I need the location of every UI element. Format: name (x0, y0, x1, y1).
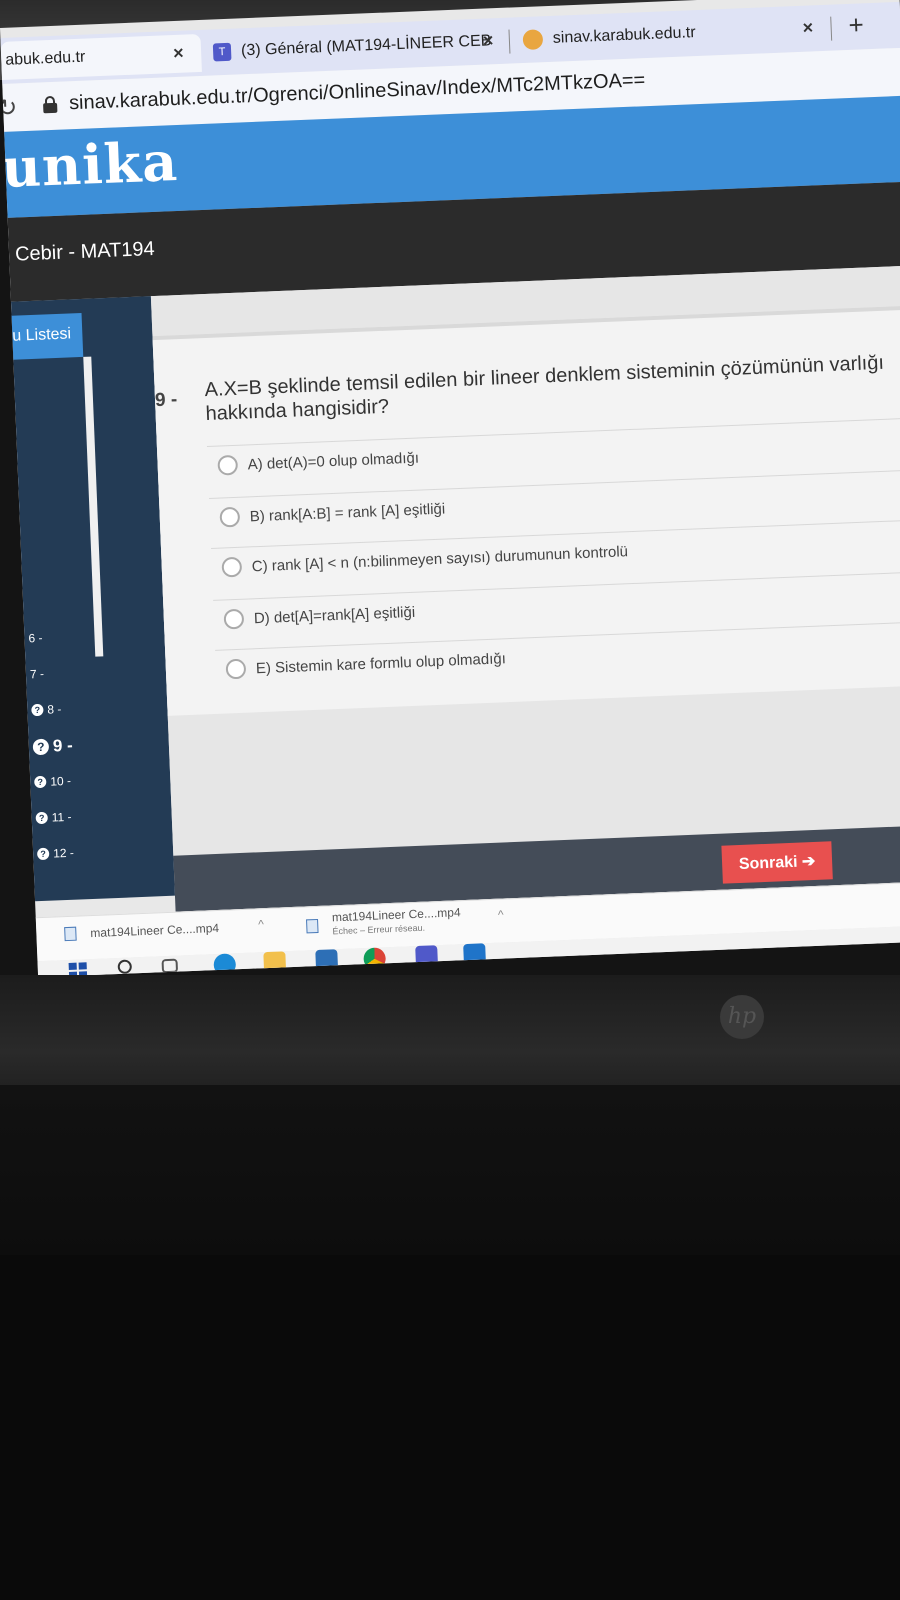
file-explorer-icon[interactable] (263, 951, 287, 975)
keyboard (0, 1255, 900, 1600)
radio-button[interactable] (219, 506, 241, 528)
radio-button[interactable] (223, 608, 245, 630)
tab-title: (3) Général (MAT194-LİNEER CEB (240, 32, 492, 60)
sidebar-question-11[interactable]: ? 11 - (35, 810, 72, 825)
site-favicon-icon (522, 29, 544, 51)
task-view-icon[interactable] (161, 958, 179, 974)
tab-separator (508, 29, 511, 54)
tab-sinav[interactable]: sinav.karabuk.edu.tr (522, 11, 783, 59)
laptop-hinge (0, 1085, 900, 1255)
tab-title: abuk.edu.tr (4, 48, 86, 69)
close-icon[interactable]: × (482, 30, 493, 51)
download-filename: mat194Lineer Ce....mp4 (90, 920, 220, 941)
question-number: 9 - (154, 389, 178, 412)
radio-button[interactable] (217, 454, 239, 476)
divider (206, 417, 900, 448)
monitor-bezel: hp (0, 975, 900, 1085)
next-button[interactable]: Sonraki ➔ (721, 841, 833, 884)
radio-button[interactable] (221, 556, 243, 578)
chevron-up-icon[interactable]: ^ (258, 917, 264, 931)
close-icon[interactable]: × (173, 43, 184, 64)
mail-icon[interactable] (315, 949, 339, 973)
sidebar-question-12[interactable]: ? 12 - (36, 846, 74, 861)
teams-icon: T (212, 42, 232, 62)
scrollbar[interactable] (83, 356, 104, 657)
site-logo[interactable]: unika (0, 129, 179, 200)
question-mark-icon: ? (36, 847, 50, 861)
lock-icon[interactable] (43, 95, 58, 114)
close-icon[interactable]: × (802, 17, 813, 38)
file-icon (306, 918, 319, 934)
tab-separator (830, 16, 833, 41)
chevron-up-icon[interactable]: ^ (498, 908, 504, 922)
question-list-sidebar: u Listesi 6 - 7 - ? 8 - ? 9 - ? 10 - ? 1… (10, 296, 175, 902)
edge-icon[interactable] (213, 953, 237, 977)
question-text: A.X=B şeklinde temsil edilen bir lineer … (204, 351, 885, 426)
media-player-icon[interactable] (463, 943, 487, 967)
file-icon (64, 926, 77, 942)
tab-karabuk[interactable]: abuk.edu.tr (0, 33, 202, 80)
question-panel: 9 - A.X=B şeklinde temsil edilen bir lin… (150, 265, 900, 856)
radio-button[interactable] (225, 658, 247, 680)
tab-teams[interactable]: T (3) Général (MAT194-LİNEER CEB (212, 22, 503, 72)
course-title: Cebir - MAT194 (14, 237, 156, 266)
question-mark-icon: ? (31, 703, 44, 717)
sidebar-question-9[interactable]: ? 9 - (32, 736, 73, 758)
teams-icon[interactable] (415, 945, 439, 969)
new-tab-button[interactable]: + (848, 9, 864, 41)
hp-logo: hp (720, 995, 764, 1039)
option-d[interactable]: D) det[A]=rank[A] eşitliği (223, 602, 416, 630)
divider (215, 621, 900, 651)
option-e[interactable]: E) Sistemin kare formlu olup olmadığı (225, 648, 507, 680)
chrome-icon[interactable] (363, 947, 387, 971)
sidebar-heading: u Listesi (11, 312, 84, 360)
divider (213, 571, 900, 601)
option-c[interactable]: C) rank [A] < n (n:bilinmeyen sayısı) du… (221, 541, 628, 578)
sidebar-question-6[interactable]: 6 - (28, 631, 43, 646)
search-icon[interactable] (117, 959, 133, 975)
tab-title: sinav.karabuk.edu.tr (552, 24, 696, 47)
option-b[interactable]: B) rank[A:B] = rank [A] eşitliği (219, 499, 445, 528)
question-mark-icon: ? (32, 738, 50, 756)
monitor-screen: abuk.edu.tr × T (3) Général (MAT194-LİNE… (0, 0, 900, 978)
question-mark-icon: ? (35, 811, 48, 825)
download-item[interactable]: mat194Lineer Ce....mp4 (64, 920, 220, 942)
sidebar-question-10[interactable]: ? 10 - (34, 774, 71, 789)
question-mark-icon: ? (34, 775, 47, 789)
sidebar-question-8[interactable]: ? 8 - (31, 702, 62, 717)
download-item[interactable]: mat194Lineer Ce....mp4 Échec – Erreur ré… (306, 905, 462, 937)
divider (209, 469, 900, 499)
reload-icon[interactable]: ↻ (0, 93, 18, 123)
sidebar-question-7[interactable]: 7 - (30, 667, 45, 682)
option-a[interactable]: A) det(A)=0 olup olmadığı (217, 448, 419, 476)
question-card: 9 - A.X=B şeklinde temsil edilen bir lin… (152, 305, 900, 716)
